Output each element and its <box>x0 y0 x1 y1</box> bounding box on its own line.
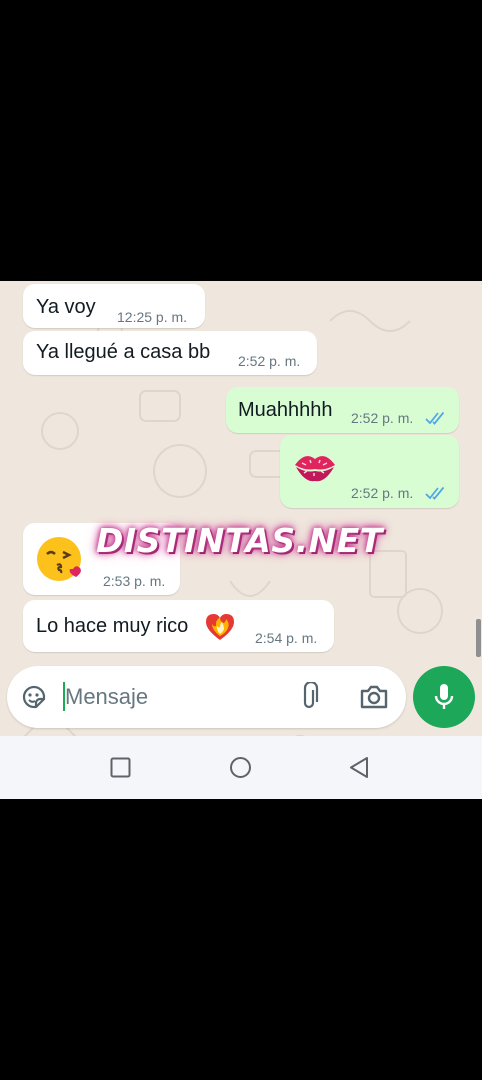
mic-button[interactable] <box>413 666 475 728</box>
message-time: 2:52 p. m. <box>351 485 414 501</box>
chat-screen: Ya voy 12:25 p. m. Ya llegué a casa bb 2… <box>0 281 482 799</box>
message-text: Muahhhhh <box>238 399 333 421</box>
message-time: 2:52 p. m. <box>238 353 301 369</box>
message-time: 12:25 p. m. <box>117 309 188 325</box>
recents-icon[interactable] <box>110 757 131 778</box>
message-text: Lo hace muy rico <box>36 615 189 637</box>
message-text: Ya llegué a casa bb <box>36 341 211 363</box>
home-icon[interactable] <box>229 756 252 779</box>
read-ticks-icon <box>425 411 445 425</box>
mic-icon <box>434 684 454 709</box>
message-composer[interactable]: Mensaje <box>7 666 406 728</box>
sticker-icon[interactable] <box>20 683 48 711</box>
heart-on-fire-icon <box>206 614 234 640</box>
read-ticks-icon <box>425 486 445 500</box>
scrollbar-thumb[interactable] <box>476 619 481 657</box>
message-time: 2:52 p. m. <box>351 410 414 426</box>
message-input[interactable]: Mensaje <box>65 684 148 710</box>
message-time: 2:53 p. m. <box>103 573 166 589</box>
attach-icon[interactable] <box>300 682 322 712</box>
watermark: DISTINTAS.NET <box>96 521 383 560</box>
message-bubble-outgoing[interactable]: Muahhhhh 2:52 p. m. <box>226 387 459 433</box>
message-time: 2:54 p. m. <box>255 630 318 646</box>
message-bubble-incoming[interactable]: Ya voy 12:25 p. m. <box>23 284 205 328</box>
kiss-mark-icon <box>295 456 335 482</box>
back-icon[interactable] <box>349 756 370 779</box>
message-text: Ya voy <box>36 296 96 318</box>
message-bubble-incoming[interactable]: Lo hace muy rico 2:54 p. m. <box>23 600 334 652</box>
message-bubble-incoming[interactable]: Ya llegué a casa bb 2:52 p. m. <box>23 331 317 375</box>
camera-icon[interactable] <box>359 684 389 710</box>
face-blowing-a-kiss-icon <box>37 537 81 581</box>
message-bubble-outgoing[interactable]: 2:52 p. m. <box>280 435 459 508</box>
system-navigation-bar <box>0 736 482 799</box>
